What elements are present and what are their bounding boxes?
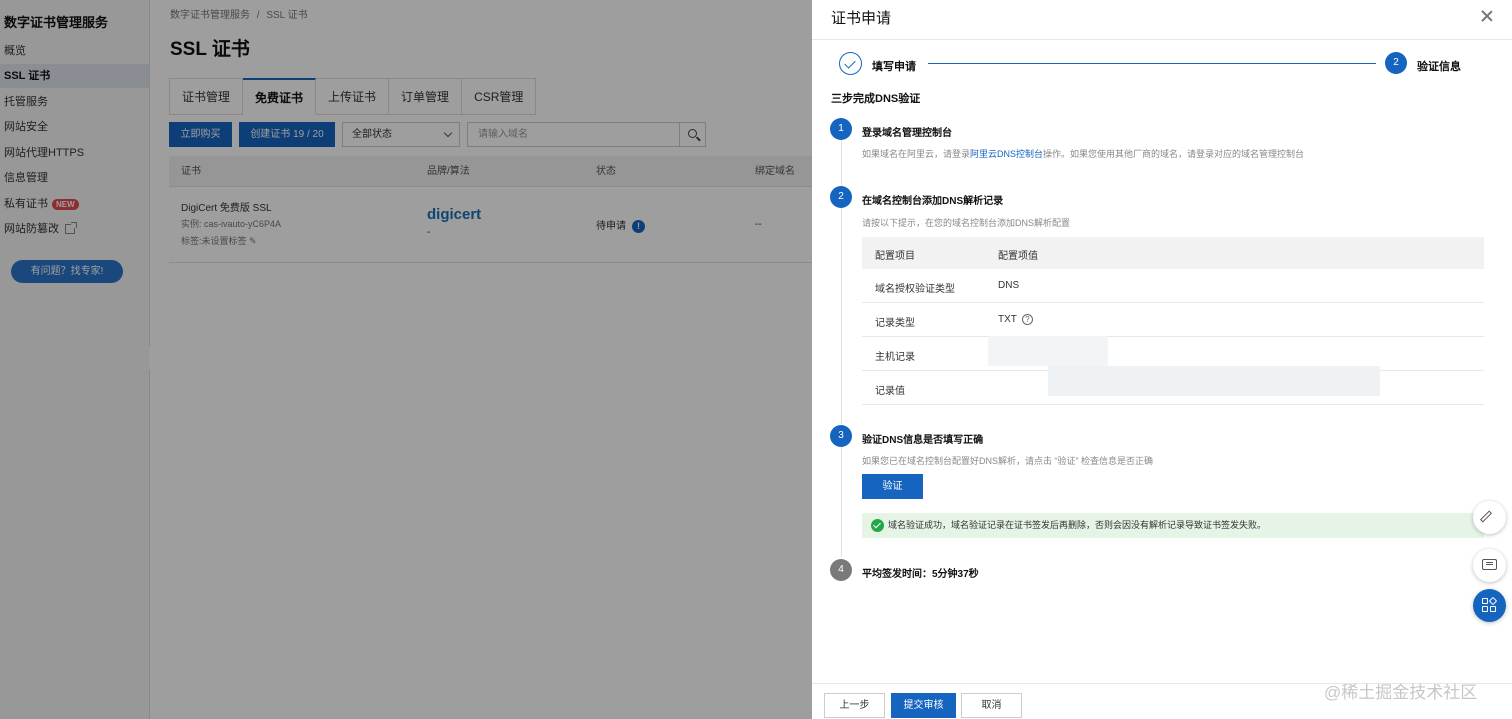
table-row: 域名授权验证类型 DNS	[862, 269, 1484, 303]
section-1-number: 1	[830, 118, 852, 140]
config-key: 记录值	[875, 386, 905, 397]
apps-button[interactable]	[1473, 589, 1506, 622]
column-header-item: 配置项目	[875, 251, 915, 262]
section-connector	[841, 447, 842, 557]
help-icon[interactable]: ?	[1021, 314, 1033, 325]
success-alert: 域名验证成功，域名验证记录在证书签发后再删除，否则会因没有解析记录导致证书签发失…	[862, 513, 1484, 538]
step-2-number: 2	[1385, 52, 1407, 74]
chat-button[interactable]	[1473, 549, 1506, 582]
redacted-record-value	[1048, 366, 1380, 396]
drawer-title: 证书申请	[831, 10, 892, 27]
section-4-number: 4	[830, 559, 852, 581]
prev-step-button[interactable]: 上一步	[824, 693, 885, 718]
config-key: 主机记录	[875, 352, 915, 363]
step-check-icon	[839, 52, 862, 75]
watermark: @稀土掘金技术社区	[1324, 683, 1478, 702]
chat-icon	[1482, 559, 1497, 570]
column-header-value: 配置项值	[998, 251, 1038, 262]
step-connector	[928, 63, 1376, 64]
modal-overlay[interactable]	[0, 0, 812, 719]
apps-grid-icon	[1482, 596, 1498, 613]
section-3-desc: 如果您已在域名控制台配置好DNS解析，请点击 “验证” 检查信息是否正确	[862, 456, 1153, 466]
config-key: 域名授权验证类型	[875, 284, 955, 295]
config-key: 记录类型	[875, 318, 915, 329]
table-header: 配置项目 配置项值	[862, 237, 1484, 269]
section-3-title: 验证DNS信息是否填写正确	[862, 435, 984, 446]
section-2-number: 2	[830, 186, 852, 208]
section-connector	[841, 208, 842, 424]
section-2-desc: 请按以下提示，在您的域名控制台添加DNS解析配置	[862, 218, 1071, 228]
section-1-desc-before: 如果域名在阿里云，请登录	[862, 149, 971, 159]
success-message: 域名验证成功，域名验证记录在证书签发后再删除，否则会因没有解析记录导致证书签发失…	[888, 520, 1267, 530]
section-1-desc: 如果域名在阿里云，请登录阿里云DNS控制台操作。如果您使用其他厂商的域名，请登录…	[862, 147, 1304, 160]
check-circle-icon	[871, 519, 884, 532]
mouse-cursor-icon	[1012, 469, 1036, 495]
config-value-text: TXT	[998, 314, 1017, 326]
section-2-title: 在域名控制台添加DNS解析记录	[862, 196, 1004, 207]
aliyun-dns-console-link[interactable]: 阿里云DNS控制台	[970, 149, 1043, 159]
step-1-label: 填写申请	[872, 61, 916, 73]
section-connector	[841, 140, 842, 187]
section-1-title: 登录域名管理控制台	[862, 128, 952, 139]
drawer-divider	[812, 39, 1512, 40]
cert-apply-drawer: 证书申请 填写申请 2 验证信息 三步完成DNS验证 1 登录域名管理控制台 如…	[812, 0, 1512, 719]
step-2-label: 验证信息	[1417, 61, 1461, 73]
cancel-button[interactable]: 取消	[961, 693, 1022, 718]
section-3-number: 3	[830, 425, 852, 447]
feedback-button[interactable]	[1473, 501, 1506, 534]
close-icon[interactable]	[1480, 9, 1494, 23]
pencil-icon	[1479, 510, 1493, 523]
redacted-host-record	[988, 336, 1108, 366]
table-row: 记录类型 TXT?	[862, 303, 1484, 337]
section-4-title: 平均签发时间：5分钟37秒	[862, 569, 979, 580]
config-value: TXT?	[998, 314, 1033, 325]
section-1-desc-after: 操作。如果您使用其他厂商的域名，请登录对应的域名管理控制台	[1043, 149, 1305, 159]
dns-intro: 三步完成DNS验证	[831, 93, 921, 105]
config-value: DNS	[998, 280, 1020, 291]
verify-button[interactable]: 验证	[862, 474, 923, 499]
submit-review-button[interactable]: 提交审核	[891, 693, 956, 718]
